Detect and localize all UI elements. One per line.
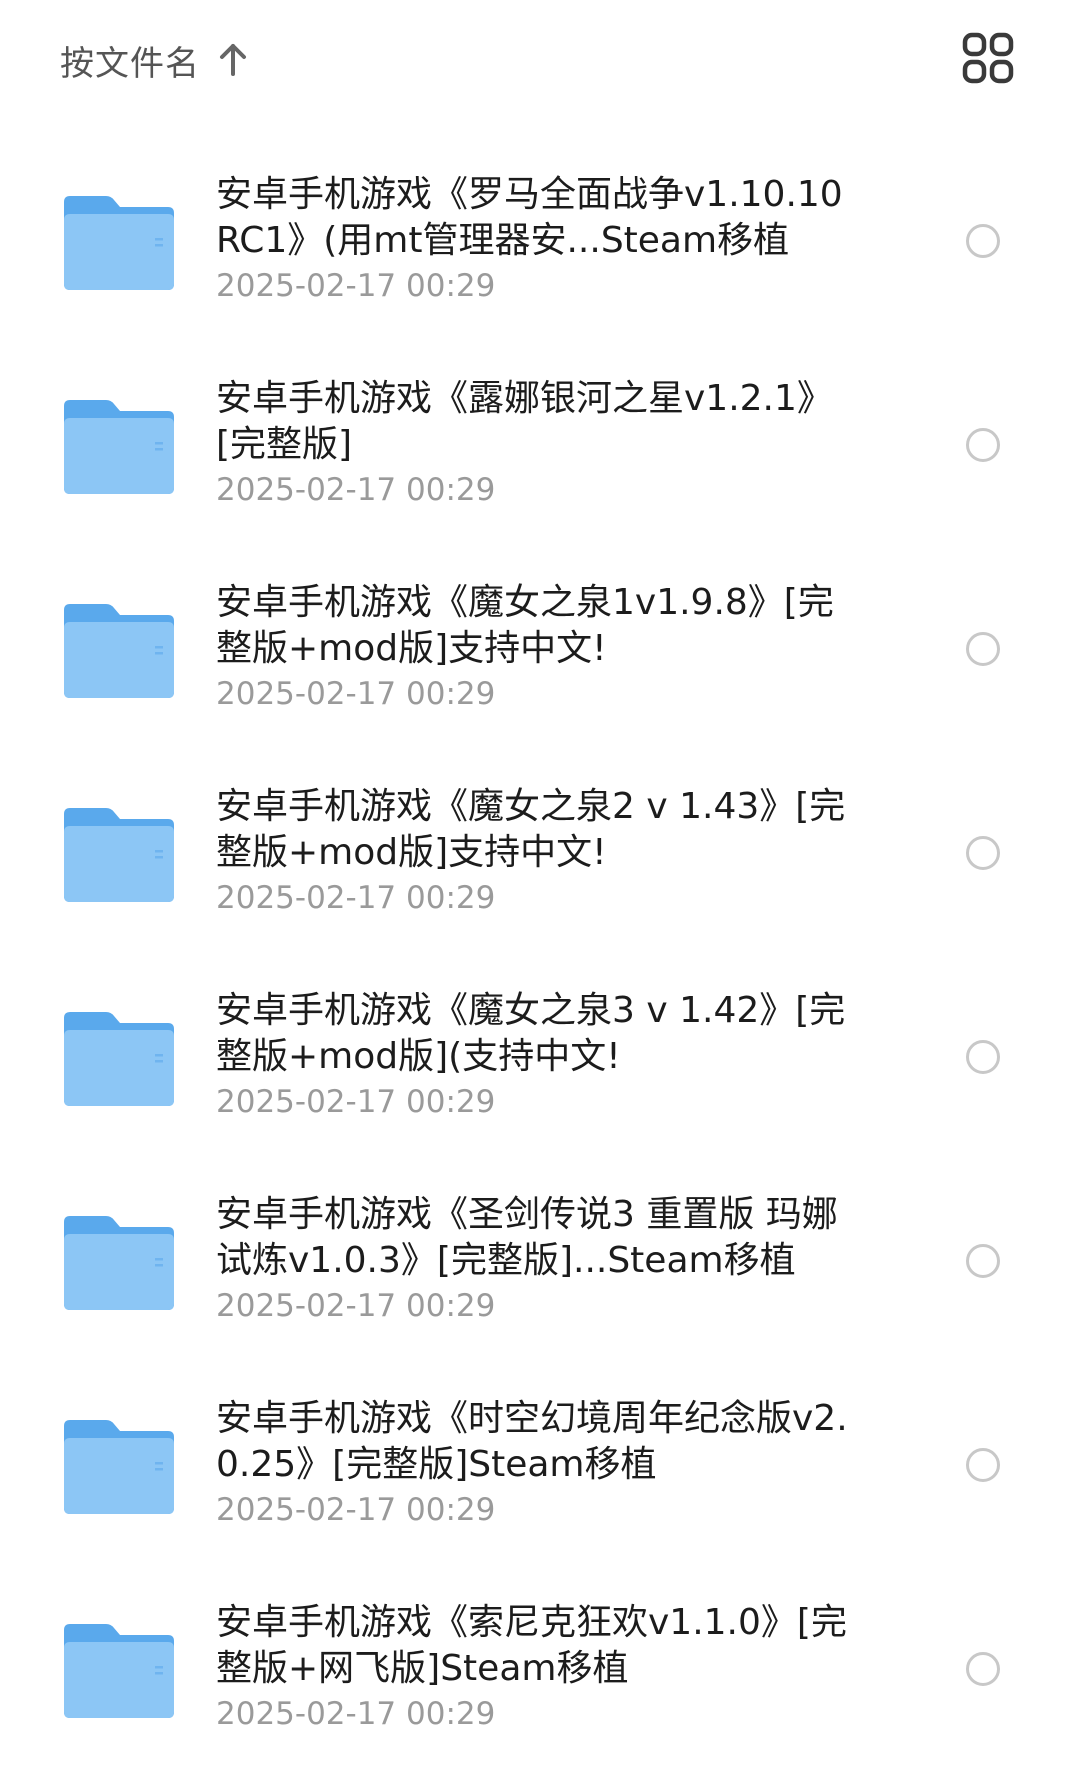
sort-by-name-button[interactable]: 按文件名	[60, 34, 248, 86]
file-name: 安卓手机游戏《时空幻境周年纪念版v2.0.25》[完整版]Steam移植	[216, 1398, 848, 1485]
file-row[interactable]: 安卓手机游戏《圣剑传说3 重置版 玛娜试炼v1.0.3》[完整版]...Stea…	[0, 1170, 1080, 1374]
file-text: 安卓手机游戏《索尼克狂欢v1.1.0》[完整版+网飞版]Steam移植 2025…	[216, 1600, 856, 1736]
sort-label: 按文件名	[60, 43, 200, 84]
file-name: 安卓手机游戏《魔女之泉1v1.9.8》[完整版+mod版]支持中文!	[216, 582, 834, 669]
folder-icon	[62, 192, 176, 292]
file-row[interactable]: 安卓手机游戏《魔女之泉3 v 1.42》[完整版+mod版](支持中文! 202…	[0, 966, 1080, 1170]
select-radio[interactable]	[966, 1040, 1000, 1074]
file-name: 安卓手机游戏《圣剑传说3 重置版 玛娜试炼v1.0.3》[完整版]...Stea…	[216, 1194, 838, 1281]
select-radio[interactable]	[966, 836, 1000, 870]
select-radio[interactable]	[966, 1244, 1000, 1278]
folder-icon	[62, 1620, 176, 1720]
file-text: 安卓手机游戏《时空幻境周年纪念版v2.0.25》[完整版]Steam移植 202…	[216, 1396, 856, 1532]
file-date: 2025-02-17 00:29	[216, 880, 496, 916]
select-radio[interactable]	[966, 632, 1000, 666]
folder-icon	[62, 804, 176, 904]
file-date: 2025-02-17 00:29	[216, 472, 496, 508]
file-text: 安卓手机游戏《露娜银河之星v1.2.1》[完整版] 2025-02-17 00:…	[216, 376, 856, 512]
file-name: 安卓手机游戏《露娜银河之星v1.2.1》[完整版]	[216, 378, 833, 465]
folder-icon	[62, 600, 176, 700]
folder-icon	[62, 396, 176, 496]
file-text: 安卓手机游戏《魔女之泉3 v 1.42》[完整版+mod版](支持中文! 202…	[216, 988, 856, 1124]
folder-icon	[62, 1416, 176, 1516]
file-text: 安卓手机游戏《魔女之泉1v1.9.8》[完整版+mod版]支持中文! 2025-…	[216, 580, 856, 716]
file-date: 2025-02-17 00:29	[216, 676, 496, 712]
file-date: 2025-02-17 00:29	[216, 1696, 496, 1732]
file-name: 安卓手机游戏《索尼克狂欢v1.1.0》[完整版+网飞版]Steam移植	[216, 1602, 847, 1689]
file-date: 2025-02-17 00:29	[216, 1288, 496, 1324]
file-text: 安卓手机游戏《魔女之泉2 v 1.43》[完整版+mod版]支持中文! 2025…	[216, 784, 856, 920]
file-date: 2025-02-17 00:29	[216, 1084, 496, 1120]
select-radio[interactable]	[966, 1448, 1000, 1482]
file-row[interactable]: 安卓手机游戏《魔女之泉2 v 1.43》[完整版+mod版]支持中文! 2025…	[0, 762, 1080, 966]
grid-view-icon[interactable]	[962, 32, 1014, 84]
file-name: 安卓手机游戏《罗马全面战争v1.10.10RC1》(用mt管理器安...Stea…	[216, 174, 843, 261]
file-text: 安卓手机游戏《罗马全面战争v1.10.10RC1》(用mt管理器安...Stea…	[216, 172, 856, 308]
file-browser: 按文件名 安卓手机游戏《罗马全面战争v1.10.10RC1》(用mt管理器安..…	[0, 0, 1080, 1773]
file-date: 2025-02-17 00:29	[216, 268, 496, 304]
arrow-up-icon	[218, 43, 248, 77]
file-row[interactable]: 安卓手机游戏《索尼克狂欢v1.1.0》[完整版+网飞版]Steam移植 2025…	[0, 1578, 1080, 1773]
list-header: 按文件名	[0, 0, 1080, 120]
folder-icon	[62, 1008, 176, 1108]
file-row[interactable]: 安卓手机游戏《罗马全面战争v1.10.10RC1》(用mt管理器安...Stea…	[0, 150, 1080, 354]
file-name: 安卓手机游戏《魔女之泉3 v 1.42》[完整版+mod版](支持中文!	[216, 990, 846, 1077]
file-name: 安卓手机游戏《魔女之泉2 v 1.43》[完整版+mod版]支持中文!	[216, 786, 846, 873]
select-radio[interactable]	[966, 224, 1000, 258]
file-row[interactable]: 安卓手机游戏《露娜银河之星v1.2.1》[完整版] 2025-02-17 00:…	[0, 354, 1080, 558]
select-radio[interactable]	[966, 428, 1000, 462]
file-row[interactable]: 安卓手机游戏《时空幻境周年纪念版v2.0.25》[完整版]Steam移植 202…	[0, 1374, 1080, 1578]
file-row[interactable]: 安卓手机游戏《魔女之泉1v1.9.8》[完整版+mod版]支持中文! 2025-…	[0, 558, 1080, 762]
file-date: 2025-02-17 00:29	[216, 1492, 496, 1528]
folder-icon	[62, 1212, 176, 1312]
file-text: 安卓手机游戏《圣剑传说3 重置版 玛娜试炼v1.0.3》[完整版]...Stea…	[216, 1192, 856, 1328]
select-radio[interactable]	[966, 1652, 1000, 1686]
